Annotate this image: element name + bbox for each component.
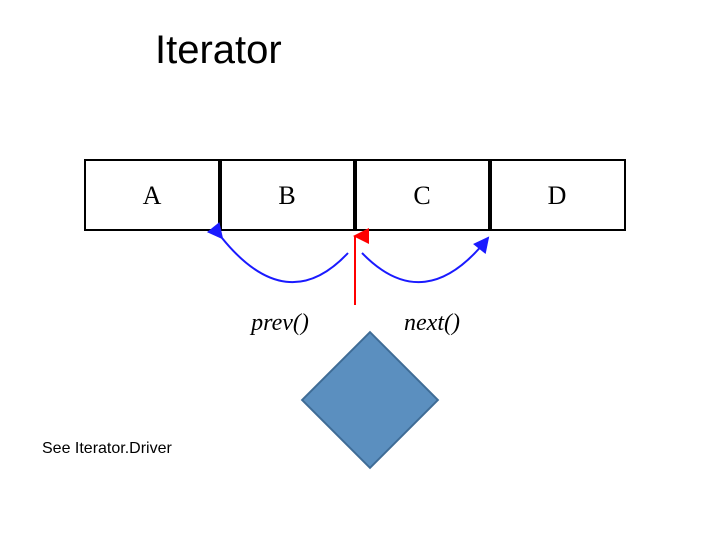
cell-label-c: C xyxy=(413,181,430,210)
next-arc xyxy=(362,238,488,282)
cell-label-b: B xyxy=(278,181,295,210)
prev-label: prev() xyxy=(249,310,309,336)
diamond-icon xyxy=(302,332,438,468)
prev-arc xyxy=(222,238,348,282)
cells-row: A B C D xyxy=(85,160,625,230)
cell-label-a: A xyxy=(143,181,162,210)
cell-label-d: D xyxy=(548,181,567,210)
footer-note: See Iterator.Driver xyxy=(42,440,172,458)
next-label: next() xyxy=(404,310,460,336)
iterator-diagram: A B C D prev() next() xyxy=(0,0,720,540)
